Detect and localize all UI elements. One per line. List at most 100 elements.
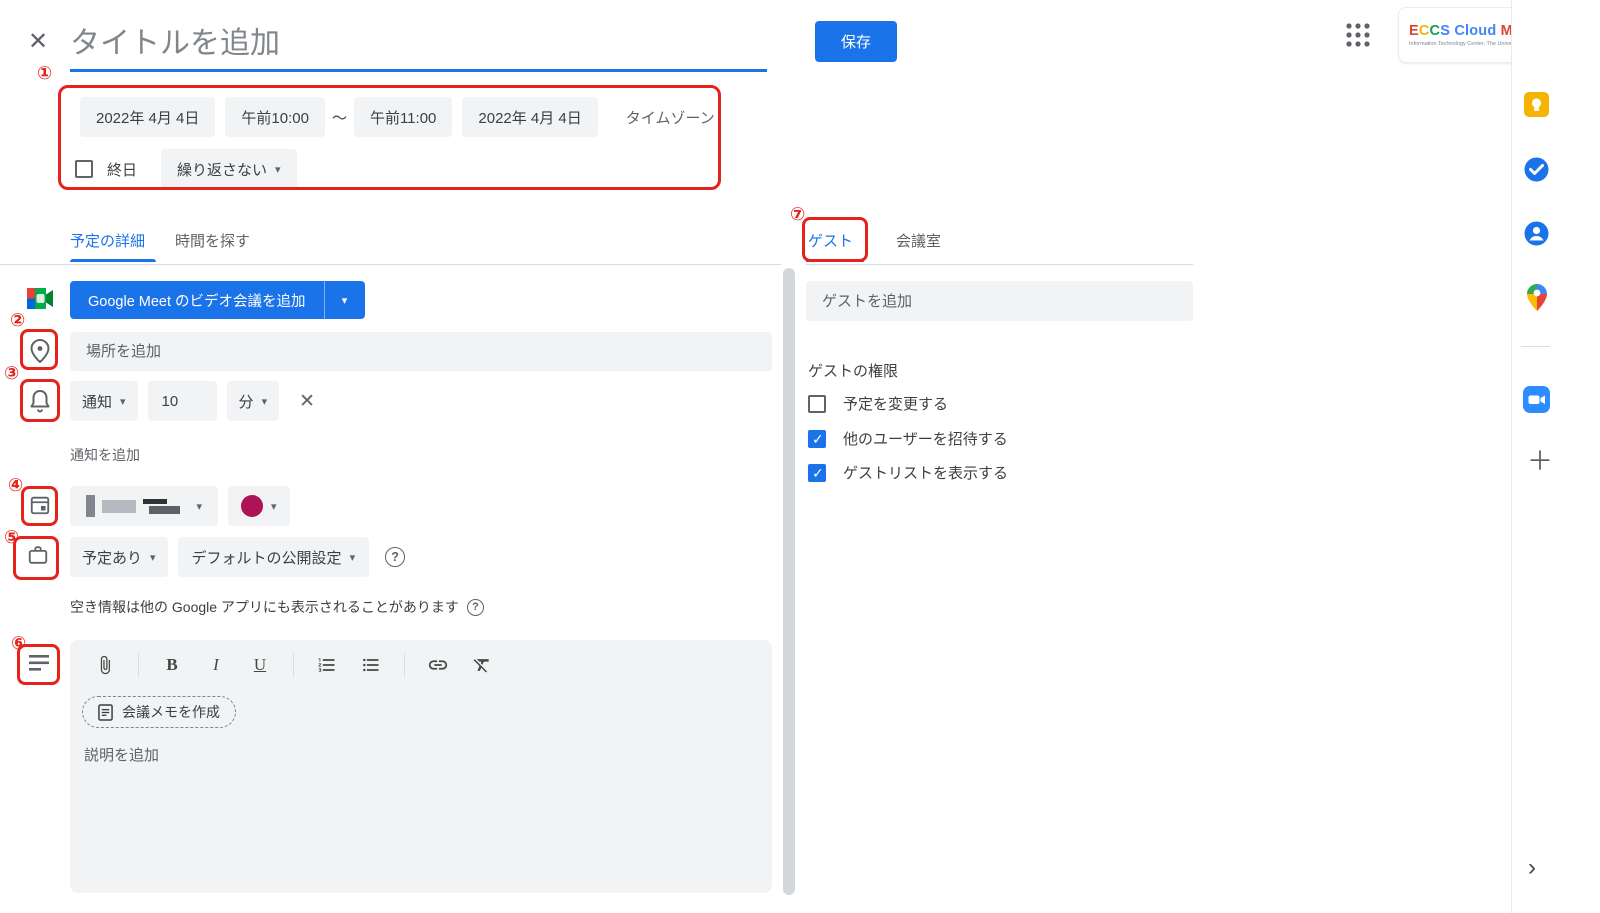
visibility-help-icon[interactable]: ? (385, 547, 405, 567)
bulleted-list-icon[interactable] (360, 654, 382, 676)
chevron-down-icon: ▾ (150, 551, 156, 564)
meet-options-dropdown[interactable]: ▾ (325, 294, 365, 307)
google-maps-icon[interactable] (1527, 284, 1547, 311)
apps-grid-icon[interactable] (1344, 21, 1372, 49)
briefcase-icon (27, 544, 49, 566)
see-guest-list-checkbox[interactable] (808, 464, 826, 482)
allday-row: 終日 繰り返さない▾ (75, 149, 297, 189)
attach-icon[interactable] (94, 654, 116, 676)
note-help-icon[interactable]: ? (467, 599, 484, 616)
remove-notification-icon[interactable]: ✕ (299, 390, 315, 413)
tab-find-time[interactable]: 時間を探す (175, 230, 250, 251)
calendar-dropdown[interactable]: ▾ (70, 486, 218, 526)
google-tasks-icon[interactable] (1524, 157, 1549, 182)
modify-event-checkbox[interactable] (808, 395, 826, 413)
annotation-number-7: ⑦ (790, 205, 805, 223)
google-keep-icon[interactable] (1524, 92, 1549, 117)
create-meeting-notes-button[interactable]: 会議メモを作成 (82, 696, 236, 728)
rail-divider (1521, 346, 1550, 347)
start-date-chip[interactable]: 2022年 4月 4日 (80, 97, 215, 137)
right-tabs: ゲスト 会議室 (808, 230, 941, 251)
toolbar-divider (138, 653, 139, 677)
permission-label: 予定を変更する (843, 393, 948, 414)
bold-icon[interactable]: B (161, 654, 183, 676)
location-pin-icon (30, 339, 50, 363)
toolbar-divider (404, 653, 405, 677)
side-panel-rail (1511, 0, 1600, 913)
annotation-number-3: ③ (4, 364, 19, 382)
timezone-link[interactable]: タイムゾーン (626, 107, 715, 128)
guest-permissions-title: ゲストの権限 (808, 360, 898, 381)
notification-value-input[interactable] (148, 381, 217, 421)
italic-icon[interactable]: I (205, 654, 227, 676)
permission-row: 他のユーザーを招待する (808, 428, 1008, 449)
permission-label: 他のユーザーを招待する (843, 428, 1008, 449)
event-color-dropdown[interactable]: ▾ (228, 486, 290, 526)
availability-note: 空き情報は他の Google アプリにも表示されることがあります ? (70, 597, 484, 617)
save-button[interactable]: 保存 (815, 21, 897, 62)
chevron-down-icon: ▾ (196, 500, 202, 513)
end-date-chip[interactable]: 2022年 4月 4日 (462, 97, 597, 137)
right-tabs-divider (806, 264, 1193, 265)
tab-details-underline (70, 259, 156, 262)
zoom-icon[interactable] (1523, 386, 1550, 413)
left-tabs: 予定の詳細 時間を探す (70, 230, 250, 251)
numbered-list-icon[interactable] (316, 654, 338, 676)
location-input[interactable] (70, 332, 772, 371)
add-notification-link[interactable]: 通知を追加 (70, 445, 140, 465)
toolbar-divider (293, 653, 294, 677)
annotation-number-6: ⑥ (11, 634, 26, 652)
description-editor[interactable]: B I U 会議メモを作成 (70, 640, 772, 893)
left-tabs-divider (0, 264, 781, 265)
calendar-select-row: ▾ ▾ (70, 486, 290, 526)
calendar-icon (29, 493, 51, 517)
description-toolbar: B I U (94, 653, 493, 677)
datetime-row: 2022年 4月 4日 午前10:00 ～ 午前11:00 2022年 4月 4… (80, 97, 715, 137)
collapse-panel-icon[interactable]: › (1528, 856, 1536, 880)
busy-status-dropdown[interactable]: 予定あり▾ (70, 537, 168, 577)
panel-scrollbar[interactable] (783, 268, 795, 895)
invite-others-checkbox[interactable] (808, 430, 826, 448)
event-editor-screen: ✕ 保存 ECCS Cloud Mail Information Technol… (0, 0, 1600, 913)
chevron-down-icon: ▾ (275, 163, 281, 176)
tab-event-details[interactable]: 予定の詳細 (70, 230, 145, 251)
document-icon (98, 704, 113, 721)
clear-formatting-icon[interactable] (471, 654, 493, 676)
notification-row: 通知▾ 分▾ ✕ (70, 381, 315, 421)
title-input[interactable] (70, 18, 767, 72)
chevron-down-icon: ▾ (120, 395, 126, 408)
all-day-checkbox[interactable] (75, 160, 93, 178)
event-color-dot (241, 495, 263, 517)
description-placeholder: 説明を追加 (84, 744, 159, 765)
add-meet-button[interactable]: Google Meet のビデオ会議を追加 ▾ (70, 281, 365, 319)
annotation-number-1: ① (37, 64, 52, 82)
notification-unit-dropdown[interactable]: 分▾ (227, 381, 280, 421)
permission-row: ゲストリストを表示する (808, 462, 1008, 483)
bell-icon (29, 388, 51, 413)
add-addon-icon[interactable]: ＋ (1527, 448, 1553, 474)
description-lines-icon (29, 654, 50, 672)
tab-guests[interactable]: ゲスト (808, 230, 853, 251)
tab-rooms[interactable]: 会議室 (896, 230, 941, 251)
calendar-name-redacted (86, 495, 180, 517)
annotation-number-5: ⑤ (4, 528, 19, 546)
google-meet-icon (27, 288, 53, 309)
tab-guests-underline (806, 259, 864, 262)
close-icon[interactable]: ✕ (28, 30, 48, 54)
all-day-label: 終日 (107, 159, 137, 180)
underline-icon[interactable]: U (249, 654, 271, 676)
time-separator: ～ (332, 107, 347, 128)
recurrence-dropdown[interactable]: 繰り返さない▾ (161, 149, 297, 189)
visibility-dropdown[interactable]: デフォルトの公開設定▾ (178, 537, 370, 577)
add-guests-input[interactable] (806, 281, 1193, 321)
google-contacts-icon[interactable] (1524, 221, 1549, 246)
notification-type-dropdown[interactable]: 通知▾ (70, 381, 138, 421)
chevron-down-icon: ▾ (271, 500, 277, 513)
chevron-down-icon: ▾ (262, 395, 268, 408)
annotation-number-2: ② (10, 311, 25, 329)
annotation-number-4: ④ (8, 476, 23, 494)
end-time-chip[interactable]: 午前11:00 (354, 97, 452, 137)
start-time-chip[interactable]: 午前10:00 (225, 97, 325, 137)
permission-label: ゲストリストを表示する (843, 462, 1008, 483)
insert-link-icon[interactable] (427, 654, 449, 676)
